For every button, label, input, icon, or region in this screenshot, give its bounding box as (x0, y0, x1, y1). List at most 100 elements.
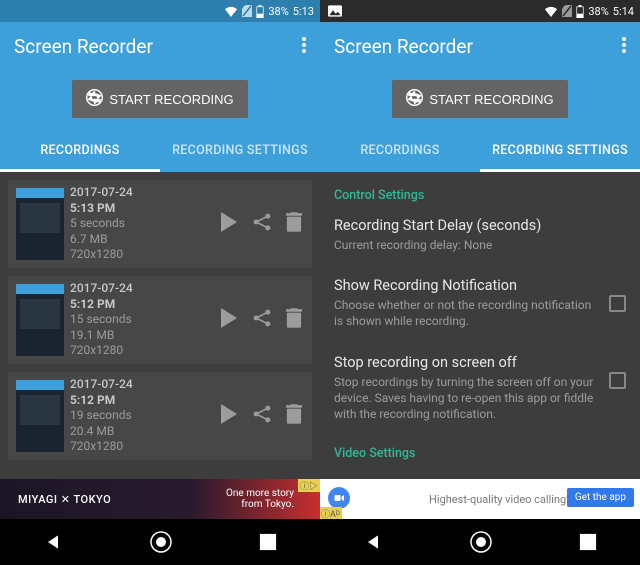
status-bar: 38% 5:13 (0, 0, 320, 22)
adchoices-icon[interactable]: ⓘ▷ (298, 479, 320, 492)
phone-left: 38% 5:13 Screen Recorder START RECORDING… (0, 0, 320, 565)
recording-date: 2017-07-24 (70, 377, 214, 393)
share-icon[interactable] (252, 212, 272, 236)
start-recording-button[interactable]: START RECORDING (72, 80, 247, 118)
play-icon[interactable] (220, 308, 238, 332)
thumbnail (16, 284, 64, 356)
phone-right: 38% 5:14 Screen Recorder START RECORDING… (320, 0, 640, 565)
tab-recordings[interactable]: RECORDINGS (0, 128, 160, 172)
no-sim-icon (242, 5, 252, 17)
setting-title: Stop recording on screen off (334, 354, 597, 371)
section-control-settings: Control Settings (334, 188, 626, 203)
ad-banner[interactable]: Highest-quality video calling* Get the a… (320, 479, 640, 519)
setting-title: Show Recording Notification (334, 277, 597, 294)
recording-actions (220, 404, 304, 428)
tab-recordings[interactable]: RECORDINGS (320, 128, 480, 172)
app-header: Screen Recorder (320, 22, 640, 70)
home-icon[interactable] (149, 530, 173, 554)
recording-res: 720x1280 (70, 247, 214, 263)
image-icon (328, 5, 342, 17)
battery-icon (576, 5, 584, 18)
setting-title: Recording Start Delay (seconds) (334, 217, 626, 234)
status-bar: 38% 5:14 (320, 0, 640, 22)
recording-res: 720x1280 (70, 439, 214, 455)
recording-item[interactable]: 2017-07-24 5:12 PM 15 seconds 19.1 MB 72… (8, 276, 312, 364)
battery-icon (256, 5, 264, 18)
recording-time: 5:12 PM (70, 393, 214, 409)
app-title: Screen Recorder (14, 35, 153, 58)
thumbnail (16, 380, 64, 452)
app-title: Screen Recorder (334, 35, 473, 58)
nav-bar (320, 519, 640, 565)
setting-start-delay[interactable]: Recording Start Delay (seconds) Current … (334, 217, 626, 253)
recording-duration: 19 seconds (70, 408, 214, 424)
checkbox[interactable] (609, 295, 626, 312)
record-row: START RECORDING (320, 70, 640, 128)
share-icon[interactable] (252, 308, 272, 332)
recordings-content: 2017-07-24 5:13 PM 5 seconds 6.7 MB 720x… (0, 172, 320, 479)
trash-icon[interactable] (286, 212, 302, 236)
recordings-list: 2017-07-24 5:13 PM 5 seconds 6.7 MB 720x… (0, 172, 320, 468)
setting-sub: Stop recordings by turning the screen of… (334, 374, 597, 423)
tabs: RECORDINGS RECORDING SETTINGS (0, 128, 320, 172)
ad-text: Highest-quality video calling* (429, 493, 571, 506)
thumbnail (16, 188, 64, 260)
trash-icon[interactable] (286, 404, 302, 428)
recording-res: 720x1280 (70, 343, 214, 359)
recording-time: 5:12 PM (70, 297, 214, 313)
setting-sub: Current recording delay: None (334, 237, 626, 253)
setting-sub: Choose whether or not the recording noti… (334, 297, 597, 329)
recording-duration: 5 seconds (70, 216, 214, 232)
ad-banner[interactable]: MIYAGI ✕ TOKYO One more story from Tokyo… (0, 479, 320, 519)
recording-size: 20.4 MB (70, 424, 214, 440)
back-icon[interactable] (43, 532, 63, 552)
wifi-icon (544, 6, 558, 17)
tab-settings[interactable]: RECORDING SETTINGS (160, 128, 320, 172)
recording-meta: 2017-07-24 5:12 PM 19 seconds 20.4 MB 72… (70, 377, 214, 455)
home-icon[interactable] (469, 530, 493, 554)
tabs: RECORDINGS RECORDING SETTINGS (320, 128, 640, 172)
back-icon[interactable] (363, 532, 383, 552)
recording-date: 2017-07-24 (70, 281, 214, 297)
duo-icon (328, 487, 350, 509)
record-row: START RECORDING (0, 70, 320, 128)
recording-duration: 15 seconds (70, 312, 214, 328)
checkbox[interactable] (609, 372, 626, 389)
aperture-icon (86, 89, 103, 109)
setting-show-notification[interactable]: Show Recording Notification Choose wheth… (334, 277, 626, 329)
ad-brand: MIYAGI ✕ TOKYO (18, 493, 111, 506)
tab-settings[interactable]: RECORDING SETTINGS (480, 128, 640, 172)
clock: 5:14 (613, 5, 634, 18)
start-recording-label: START RECORDING (109, 92, 233, 107)
recording-date: 2017-07-24 (70, 185, 214, 201)
recording-meta: 2017-07-24 5:13 PM 5 seconds 6.7 MB 720x… (70, 185, 214, 263)
overflow-icon[interactable] (302, 35, 306, 58)
battery-percent: 38% (588, 5, 608, 18)
share-icon[interactable] (252, 404, 272, 428)
recording-actions (220, 212, 304, 236)
start-recording-label: START RECORDING (429, 92, 553, 107)
nav-bar (0, 519, 320, 565)
recents-icon[interactable] (579, 533, 597, 551)
battery-percent: 38% (268, 5, 288, 18)
adchoices-icon[interactable]: ⓘGoogle DuoAᴰ (320, 507, 342, 519)
trash-icon[interactable] (286, 308, 302, 332)
section-video-settings: Video Settings (334, 446, 626, 461)
play-icon[interactable] (220, 212, 238, 236)
overflow-icon[interactable] (622, 35, 626, 58)
recents-icon[interactable] (259, 533, 277, 551)
settings-content: Control Settings Recording Start Delay (… (320, 172, 640, 479)
play-icon[interactable] (220, 404, 238, 428)
recording-item[interactable]: 2017-07-24 5:12 PM 19 seconds 20.4 MB 72… (8, 372, 312, 460)
ad-cta[interactable]: Get the app (567, 488, 634, 507)
recording-actions (220, 308, 304, 332)
recording-size: 6.7 MB (70, 232, 214, 248)
setting-stop-on-screen-off[interactable]: Stop recording on screen off Stop record… (334, 354, 626, 423)
recording-meta: 2017-07-24 5:12 PM 15 seconds 19.1 MB 72… (70, 281, 214, 359)
clock: 5:13 (293, 5, 314, 18)
recording-item[interactable]: 2017-07-24 5:13 PM 5 seconds 6.7 MB 720x… (8, 180, 312, 268)
start-recording-button[interactable]: START RECORDING (392, 80, 567, 118)
recording-size: 19.1 MB (70, 328, 214, 344)
wifi-icon (224, 6, 238, 17)
aperture-icon (406, 89, 423, 109)
